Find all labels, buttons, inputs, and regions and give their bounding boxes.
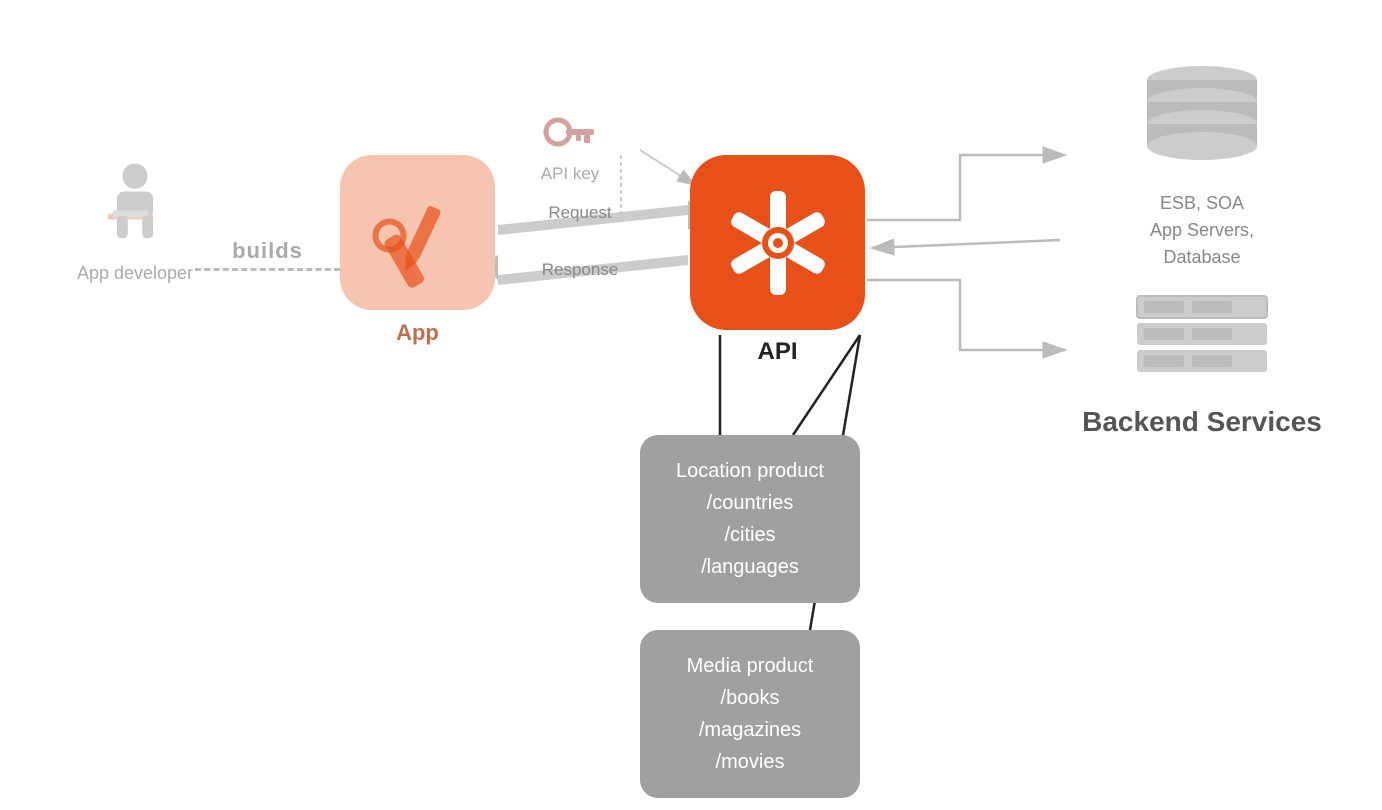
api-label: API [690, 338, 865, 366]
database-icon [1132, 60, 1272, 170]
app-icon [340, 155, 495, 310]
api-icon [690, 155, 865, 330]
media-product-line1: Media product [670, 650, 830, 682]
api-key-container: API key [540, 110, 600, 184]
backend-section: ESB, SOA App Servers, Database Backend S… [1072, 60, 1332, 438]
tools-icon [358, 173, 478, 293]
media-product-box: Media product /books /magazines /movies [640, 630, 860, 798]
api-gear-icon [713, 178, 843, 308]
builds-label: builds [232, 238, 303, 264]
server-icon [1132, 291, 1272, 381]
media-product-line3: /magazines [670, 714, 830, 746]
backend-services-label: Backend Services [1072, 406, 1332, 438]
builds-section: builds [195, 238, 340, 271]
app-label: App [340, 320, 495, 346]
location-product-box: Location product /countries /cities /lan… [640, 435, 860, 603]
svg-text:Response: Response [542, 260, 619, 279]
app-icon-container: App [340, 155, 495, 346]
builds-dashed-line [195, 268, 340, 271]
backend-esb-label: ESB, SOA App Servers, Database [1072, 190, 1332, 271]
location-product-line1: Location product [670, 455, 830, 487]
location-product-line3: /cities [670, 519, 830, 551]
location-product-line4: /languages [670, 551, 830, 583]
location-product-line2: /countries [670, 487, 830, 519]
api-key-label: API key [540, 164, 600, 184]
media-product-line4: /movies [670, 746, 830, 778]
person-icon [95, 160, 175, 250]
api-key-icon [540, 110, 600, 155]
api-icon-container: API [690, 155, 865, 366]
svg-text:Request: Request [548, 203, 612, 222]
media-product-line2: /books [670, 682, 830, 714]
diagram-container: Request Response App developer builds [0, 0, 1382, 810]
